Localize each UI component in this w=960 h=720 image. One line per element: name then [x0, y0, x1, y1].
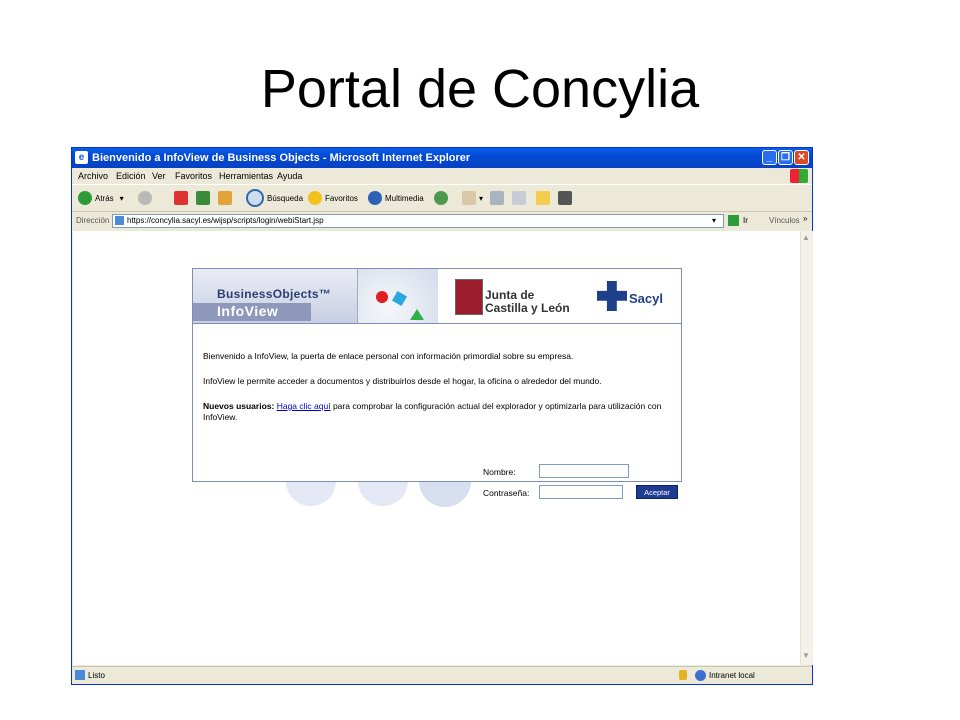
banner: BusinessObjects™ InfoView Junta de Casti…	[193, 269, 681, 324]
minimize-button[interactable]: _	[762, 150, 777, 165]
password-input[interactable]	[539, 485, 623, 499]
star-icon	[308, 191, 322, 205]
page-status-icon	[75, 670, 85, 680]
businessobjects-logo: BusinessObjects™ InfoView	[193, 269, 357, 323]
address-dropdown-icon[interactable]: ▾	[712, 216, 716, 225]
config-link[interactable]: Haga clic aquí	[277, 401, 331, 411]
search-icon	[246, 189, 264, 207]
forward-button[interactable]	[138, 190, 155, 206]
stop-icon	[174, 191, 188, 205]
menu-bar: Archivo Edición Ver Favoritos Herramient…	[72, 168, 812, 184]
new-users-label: Nuevos usuarios:	[203, 401, 275, 411]
menu-ver[interactable]: Ver	[152, 171, 166, 181]
menu-ayuda[interactable]: Ayuda	[277, 171, 302, 181]
forward-arrow-icon	[138, 191, 152, 205]
ie-icon: e	[75, 151, 88, 164]
page-content: BusinessObjects™ InfoView Junta de Casti…	[73, 231, 800, 665]
back-arrow-icon	[78, 191, 92, 205]
lock-icon	[679, 670, 687, 680]
sacyl-cross-icon	[597, 281, 627, 311]
slide-title: Portal de Concylia	[260, 59, 700, 119]
edit-button[interactable]	[512, 190, 529, 206]
status-text: Listo	[88, 671, 105, 680]
go-button[interactable]: Ir	[743, 216, 748, 225]
print-icon	[490, 191, 504, 205]
browser-window: e Bienvenido a InfoView de Business Obje…	[71, 147, 813, 685]
more-chevron-icon[interactable]: »	[803, 214, 807, 223]
status-bar: Listo Intranet local	[72, 666, 812, 685]
links-label[interactable]: Vínculos	[769, 216, 800, 225]
stop-button[interactable]	[174, 190, 191, 206]
menu-herramientas[interactable]: Herramientas	[219, 171, 273, 181]
address-bar: Dirección https://concylia.sacyl.es/wijs…	[72, 211, 812, 231]
close-button[interactable]: ✕	[794, 150, 809, 165]
name-label: Nombre:	[483, 467, 516, 477]
password-label: Contraseña:	[483, 488, 530, 498]
chevron-down-icon: ▾	[479, 193, 484, 203]
login-panel: BusinessObjects™ InfoView Junta de Casti…	[192, 268, 682, 482]
orb-graphic	[357, 269, 438, 323]
folder-icon	[536, 191, 550, 205]
sacyl-logo-text: Sacyl	[629, 291, 663, 306]
scroll-down-icon[interactable]: ▼	[802, 651, 810, 660]
window-title: Bienvenido a InfoView de Business Object…	[92, 152, 471, 164]
window-titlebar[interactable]: e Bienvenido a InfoView de Business Obje…	[72, 148, 812, 168]
print-button[interactable]	[490, 190, 507, 206]
multimedia-button[interactable]: Multimedia	[368, 190, 424, 206]
menu-edicion[interactable]: Edición	[116, 171, 146, 181]
intranet-globe-icon	[695, 670, 706, 681]
home-icon	[218, 191, 232, 205]
name-input[interactable]	[539, 464, 629, 478]
research-button[interactable]	[558, 190, 575, 206]
junta-shield-icon	[455, 279, 483, 315]
accept-button[interactable]: Aceptar	[636, 485, 678, 499]
home-button[interactable]	[218, 190, 235, 206]
vertical-scrollbar[interactable]: ▲ ▼	[800, 231, 813, 665]
new-users-text: Nuevos usuarios: Haga clic aquí para com…	[203, 401, 663, 423]
address-input[interactable]: https://concylia.sacyl.es/wijsp/scripts/…	[112, 214, 724, 228]
favorites-button[interactable]: Favoritos	[308, 190, 358, 206]
refresh-button[interactable]	[196, 190, 213, 206]
multimedia-icon	[368, 191, 382, 205]
toolbar: Atrás ▾ Búsqueda Favoritos Multimedia ▾	[72, 184, 812, 212]
access-text: InfoView le permite acceder a documentos…	[203, 376, 602, 386]
go-arrow-icon[interactable]	[728, 215, 739, 226]
chevron-down-icon: ▾	[119, 193, 124, 203]
page-icon	[115, 216, 124, 225]
junta-logo-text: Junta de Castilla y León	[485, 288, 570, 315]
mail-button[interactable]: ▾	[462, 190, 483, 206]
mail-icon	[462, 191, 476, 205]
history-button[interactable]	[434, 190, 451, 206]
blue-cube-icon	[391, 290, 408, 307]
address-label: Dirección	[76, 216, 110, 225]
menu-favoritos[interactable]: Favoritos	[175, 171, 212, 181]
welcome-text: Bienvenido a InfoView, la puerta de enla…	[203, 351, 574, 361]
windows-logo-icon	[790, 169, 808, 183]
search-button[interactable]: Búsqueda	[246, 189, 303, 207]
history-icon	[434, 191, 448, 205]
green-triangle-icon	[410, 309, 424, 320]
scroll-up-icon[interactable]: ▲	[802, 233, 810, 242]
folder-button[interactable]	[536, 190, 553, 206]
red-ball-icon	[376, 291, 388, 303]
research-icon	[558, 191, 572, 205]
menu-archivo[interactable]: Archivo	[78, 171, 108, 181]
zone-text: Intranet local	[709, 671, 755, 680]
edit-icon	[512, 191, 526, 205]
refresh-icon	[196, 191, 210, 205]
back-button[interactable]: Atrás ▾	[78, 190, 124, 206]
maximize-button[interactable]: ❐	[778, 150, 793, 165]
